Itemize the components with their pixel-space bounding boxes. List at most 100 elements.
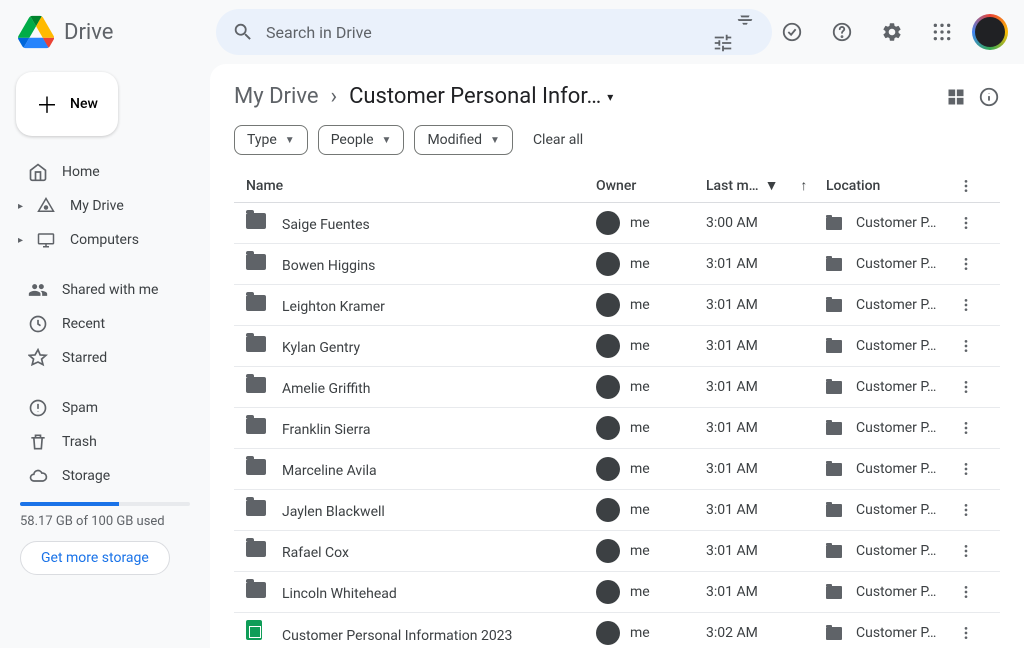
file-name: Amelie Griffith (282, 381, 370, 397)
location-folder-icon (826, 299, 842, 312)
row-menu-icon[interactable] (958, 338, 988, 354)
nav-trash[interactable]: Trash (16, 426, 194, 458)
nav-shared[interactable]: Shared with me (16, 274, 194, 306)
table-row[interactable]: Lincoln Whiteheadme3:01 AMCustomer P… (234, 572, 1000, 613)
owner-text: me (630, 584, 650, 600)
home-icon (28, 162, 48, 182)
nav-home[interactable]: Home (16, 156, 194, 188)
caret-down-icon: ▼ (490, 135, 500, 146)
table-row[interactable]: Rafael Coxme3:01 AMCustomer P… (234, 531, 1000, 572)
owner-avatar (596, 375, 620, 399)
trash-icon (28, 432, 48, 452)
breadcrumb-current[interactable]: Customer Personal Infor… ▾ (349, 84, 613, 109)
search-box[interactable] (216, 9, 772, 55)
col-header-name[interactable]: Name (246, 178, 596, 194)
row-menu-icon[interactable] (958, 256, 988, 272)
recent-icon (28, 314, 48, 334)
row-menu-icon[interactable] (958, 420, 988, 436)
owner-text: me (630, 420, 650, 436)
location-text: Customer P… (856, 215, 936, 231)
row-menu-icon[interactable] (958, 461, 988, 477)
app-name: Drive (64, 20, 113, 45)
nav-starred[interactable]: Starred (16, 342, 194, 374)
table-row[interactable]: Jaylen Blackwellme3:01 AMCustomer P… (234, 490, 1000, 531)
search-options-icon[interactable] (734, 10, 756, 54)
folder-icon (246, 500, 266, 516)
plus-icon: ＋ (36, 88, 58, 120)
filter-people[interactable]: People▼ (318, 125, 405, 155)
row-menu-icon[interactable] (958, 215, 988, 231)
location-folder-icon (826, 217, 842, 230)
row-menu-icon[interactable] (958, 543, 988, 559)
settings-icon[interactable] (872, 12, 912, 52)
location-text: Customer P… (856, 543, 936, 559)
owner-avatar (596, 621, 620, 645)
drive-icon (36, 196, 56, 216)
nav-my-drive[interactable]: ▸ My Drive (16, 190, 194, 222)
folder-icon (246, 254, 266, 270)
modified-text: 3:01 AM (706, 379, 826, 395)
info-icon[interactable] (978, 86, 1000, 108)
owner-text: me (630, 461, 650, 477)
owner-text: me (630, 502, 650, 518)
table-row[interactable]: Leighton Kramerme3:01 AMCustomer P… (234, 285, 1000, 326)
modified-text: 3:01 AM (706, 502, 826, 518)
sort-down-icon: ▼ (765, 177, 779, 194)
filter-modified[interactable]: Modified▼ (414, 125, 513, 155)
col-header-modified[interactable]: Last m… ▼ ↑ (706, 177, 826, 194)
breadcrumb-root[interactable]: My Drive (234, 84, 319, 109)
folder-icon (246, 295, 266, 311)
drive-logo[interactable] (16, 12, 56, 52)
table-row[interactable]: Kylan Gentryme3:01 AMCustomer P… (234, 326, 1000, 367)
help-icon[interactable] (822, 12, 862, 52)
col-header-owner[interactable]: Owner (596, 178, 706, 194)
owner-avatar (596, 580, 620, 604)
account-avatar[interactable] (972, 14, 1008, 50)
new-button[interactable]: ＋ New (16, 72, 118, 136)
owner-avatar (596, 293, 620, 317)
caret-down-icon: ▼ (382, 135, 392, 146)
file-name: Bowen Higgins (282, 258, 375, 274)
table-row[interactable]: Customer Personal Information 2023me3:02… (234, 613, 1000, 648)
file-name: Rafael Cox (282, 545, 349, 561)
cloud-icon (28, 466, 48, 486)
apps-icon[interactable] (922, 12, 962, 52)
nav-computers[interactable]: ▸ Computers (16, 224, 194, 256)
table-row[interactable]: Franklin Sierrame3:01 AMCustomer P… (234, 408, 1000, 449)
clear-filters[interactable]: Clear all (533, 132, 583, 148)
table-row[interactable]: Saige Fuentesme3:00 AMCustomer P… (234, 203, 1000, 244)
modified-text: 3:01 AM (706, 461, 826, 477)
location-text: Customer P… (856, 256, 936, 272)
table-row[interactable]: Marceline Avilame3:01 AMCustomer P… (234, 449, 1000, 490)
search-input[interactable] (266, 23, 734, 42)
nav-storage[interactable]: Storage (16, 460, 194, 492)
modified-text: 3:01 AM (706, 543, 826, 559)
expand-icon: ▸ (18, 235, 26, 246)
nav-spam[interactable]: Spam (16, 392, 194, 424)
row-menu-icon[interactable] (958, 379, 988, 395)
row-menu-icon[interactable] (958, 502, 988, 518)
folder-icon (246, 377, 266, 393)
row-menu-icon[interactable] (958, 297, 988, 313)
row-menu-icon[interactable] (958, 625, 988, 641)
sheets-icon (246, 622, 266, 638)
row-menu-icon[interactable] (958, 584, 988, 600)
nav-recent[interactable]: Recent (16, 308, 194, 340)
table-row[interactable]: Bowen Higginsme3:01 AMCustomer P… (234, 244, 1000, 285)
col-header-menu[interactable] (958, 178, 988, 194)
get-storage-button[interactable]: Get more storage (20, 541, 170, 575)
ready-offline-icon[interactable] (772, 12, 812, 52)
col-header-location[interactable]: Location (826, 178, 958, 194)
modified-text: 3:01 AM (706, 297, 826, 313)
search-icon (232, 21, 254, 43)
location-text: Customer P… (856, 379, 936, 395)
grid-view-icon[interactable] (946, 87, 966, 107)
location-text: Customer P… (856, 502, 936, 518)
nav-label: Shared with me (62, 282, 158, 298)
owner-avatar (596, 416, 620, 440)
nav-label: Trash (62, 434, 97, 450)
location-folder-icon (826, 545, 842, 558)
location-text: Customer P… (856, 297, 936, 313)
table-row[interactable]: Amelie Griffithme3:01 AMCustomer P… (234, 367, 1000, 408)
filter-type[interactable]: Type▼ (234, 125, 308, 155)
